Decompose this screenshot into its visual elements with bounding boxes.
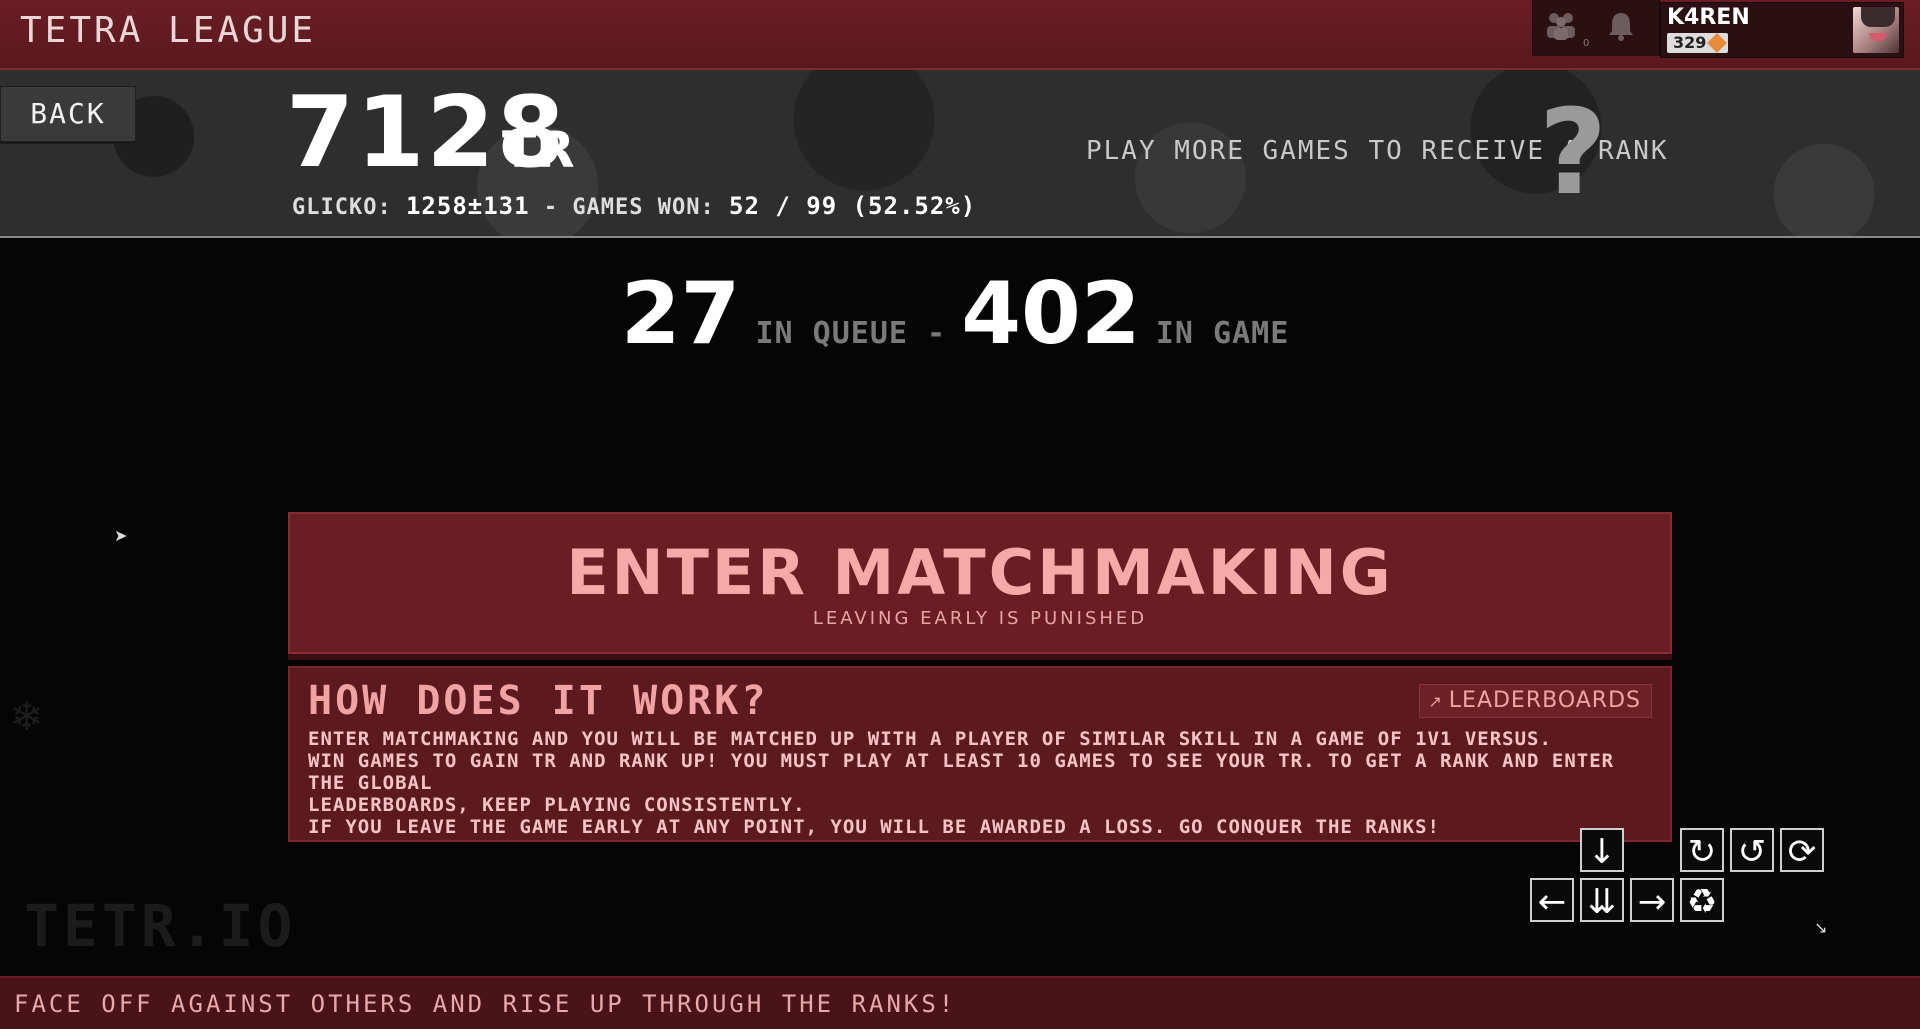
info-line: ENTER MATCHMAKING AND YOU WILL BE MATCHE… xyxy=(308,728,1552,750)
tr-unit: TR xyxy=(502,121,575,179)
games-won-label: GAMES WON: xyxy=(572,195,715,220)
external-link-icon: ↗ xyxy=(1428,692,1443,711)
how-it-works-heading: HOW DOES IT WORK? xyxy=(308,678,769,724)
enter-matchmaking-button[interactable]: ENTER MATCHMAKING LEAVING EARLY IS PUNIS… xyxy=(288,512,1672,654)
top-bar: TETRA LEAGUE 0 K4REN 329 xyxy=(0,0,1920,70)
move-left-key-icon: ← xyxy=(1530,878,1574,922)
footer-bar: FACE OFF AGAINST OTHERS AND RISE UP THRO… xyxy=(0,976,1920,1029)
move-right-key-icon: → xyxy=(1630,878,1674,922)
rotate-180-key-icon: ⟳ xyxy=(1780,828,1824,872)
how-it-works-text: ENTER MATCHMAKING AND YOU WILL BE MATCHE… xyxy=(308,728,1648,838)
leaderboards-button[interactable]: ↗ LEADERBOARDS xyxy=(1419,684,1652,718)
friends-online-count: 0 xyxy=(1583,38,1590,49)
user-level-value: 329 xyxy=(1673,33,1707,52)
games-won-value: 52 / 99 (52.52%) xyxy=(729,192,977,220)
back-button[interactable]: BACK xyxy=(0,86,136,142)
mouse-cursor-icon: ➤ xyxy=(114,526,128,545)
matchmaking-title: ENTER MATCHMAKING xyxy=(566,536,1394,609)
how-it-works-panel: HOW DOES IT WORK? ↗ LEADERBOARDS ENTER MA… xyxy=(288,666,1672,842)
info-line: WIN GAMES TO GAIN TR AND RANK UP! YOU MU… xyxy=(308,750,1615,794)
matchmaking-subtitle: LEAVING EARLY IS PUNISHED xyxy=(812,608,1148,629)
tetrio-logo-watermark: TETR.IO xyxy=(24,892,297,960)
leaderboards-label: LEADERBOARDS xyxy=(1448,688,1641,713)
user-level-badge: 329 xyxy=(1667,33,1729,53)
user-profile-box[interactable]: K4REN 329 xyxy=(1660,2,1904,58)
stats-line: GLICKO: 1258±131 - GAMES WON: 52 / 99 (5… xyxy=(292,192,976,220)
bell-icon[interactable] xyxy=(1603,10,1639,46)
queue-status: 27 IN QUEUE - 402 IN GAME xyxy=(0,264,1920,364)
glicko-label: GLICKO: xyxy=(292,195,392,220)
avatar xyxy=(1853,7,1899,53)
unranked-question-icon: ? xyxy=(1538,83,1608,221)
info-line: IF YOU LEAVE THE GAME EARLY AT ANY POINT… xyxy=(308,816,1440,838)
soft-drop-key-icon: ↓ xyxy=(1580,828,1624,872)
glicko-value: 1258±131 xyxy=(405,192,530,220)
rotate-ccw-key-icon: ↺ xyxy=(1730,828,1774,872)
stats-banner: BACK 7128 TR GLICKO: 1258±131 - GAMES WO… xyxy=(0,70,1920,238)
in-game-count: 402 xyxy=(961,264,1141,364)
page-title: TETRA LEAGUE xyxy=(20,10,317,51)
hard-drop-key-icon: ⇊ xyxy=(1580,878,1624,922)
xp-diamond-icon xyxy=(1707,33,1728,53)
rotate-cw-key-icon: ↻ xyxy=(1680,828,1724,872)
hold-key-icon: ♻ xyxy=(1680,878,1724,922)
username: K4REN xyxy=(1667,5,1750,30)
in-queue-label: IN QUEUE - xyxy=(755,316,947,351)
snowflake-icon: ❄ xyxy=(10,694,44,740)
in-queue-count: 27 xyxy=(620,264,741,364)
top-icons-group: 0 xyxy=(1532,0,1660,56)
friends-icon[interactable] xyxy=(1543,10,1579,46)
resize-corner-icon[interactable]: ↘ xyxy=(1814,918,1827,937)
stats-separator: - xyxy=(543,195,559,220)
in-game-label: IN GAME xyxy=(1155,316,1290,351)
footer-tagline: FACE OFF AGAINST OTHERS AND RISE UP THRO… xyxy=(14,990,957,1018)
info-line: LEADERBOARDS, KEEP PLAYING CONSISTENTLY. xyxy=(308,794,806,816)
